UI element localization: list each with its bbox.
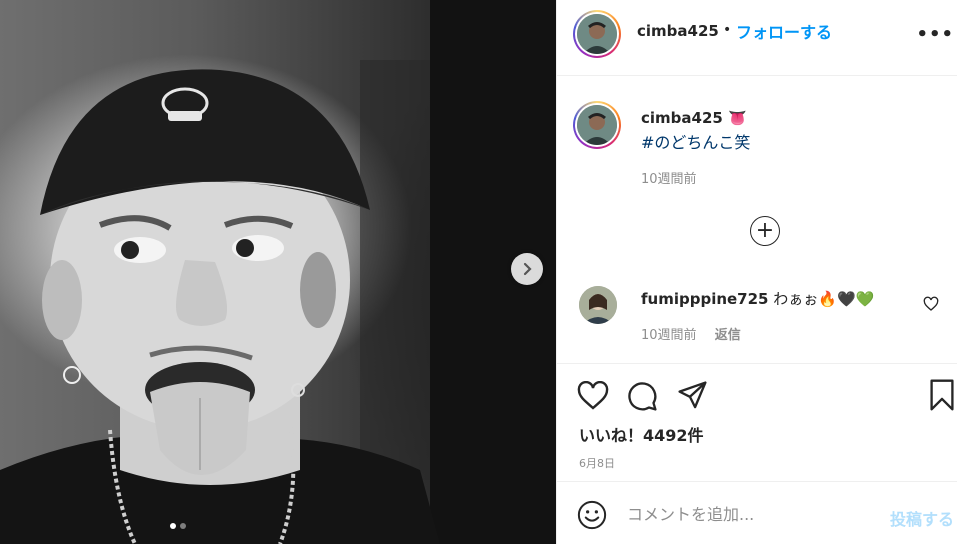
post-header: cimba425 • フォローする •••: [557, 0, 957, 76]
more-options-icon[interactable]: •••: [916, 24, 954, 45]
comment-input[interactable]: [627, 502, 867, 526]
commenter-avatar[interactable]: [579, 286, 617, 324]
author-avatar[interactable]: [573, 10, 621, 58]
carousel-dot: [180, 523, 186, 529]
comment-like-heart-icon[interactable]: [923, 296, 939, 312]
author-username[interactable]: cimba425: [637, 22, 719, 40]
tongue-emoji: 👅: [727, 109, 747, 127]
caption-avatar[interactable]: [573, 101, 621, 149]
avatar-image: [577, 105, 617, 145]
caption-username[interactable]: cimba425: [641, 109, 723, 127]
likes-count[interactable]: いいね！4492件: [579, 422, 704, 446]
smiley-icon[interactable]: [577, 500, 607, 530]
comment-timestamp[interactable]: 10週間前: [641, 328, 697, 343]
plus-circle-icon: +: [755, 218, 775, 243]
header-separator: •: [723, 22, 732, 38]
heart-icon[interactable]: [577, 381, 609, 411]
carousel-next-button[interactable]: [511, 253, 543, 285]
caption-timestamp[interactable]: 10週間前: [641, 168, 697, 187]
avatar-image: [577, 14, 617, 54]
photo-illustration: [0, 0, 556, 544]
chevron-right-icon: [523, 262, 532, 276]
post-date[interactable]: 6月8日: [579, 455, 615, 471]
bookmark-icon[interactable]: [929, 379, 955, 411]
post-sidebar: cimba425 • フォローする ••• cimba425 👅 #のどちんこ笑…: [556, 0, 957, 544]
comment-text: わぁぉ🔥🖤💚: [773, 290, 875, 308]
paper-plane-icon[interactable]: [677, 381, 708, 410]
post-comment-button[interactable]: 投稿する: [890, 506, 954, 530]
commenter-username[interactable]: fumipppine725: [641, 290, 769, 308]
post-actions: いいね！4492件 6月8日: [557, 363, 957, 481]
post-photo[interactable]: [0, 0, 556, 544]
carousel-indicator: [170, 523, 186, 529]
caption-hashtag[interactable]: #のどちんこ笑: [641, 129, 750, 153]
reply-button[interactable]: 返信: [715, 328, 741, 343]
add-comment-bar: 投稿する: [557, 481, 957, 544]
carousel-dot-active: [170, 523, 176, 529]
comment-bubble-icon[interactable]: [627, 381, 658, 412]
load-more-comments-button[interactable]: +: [750, 216, 780, 246]
follow-button[interactable]: フォローする: [736, 19, 832, 43]
